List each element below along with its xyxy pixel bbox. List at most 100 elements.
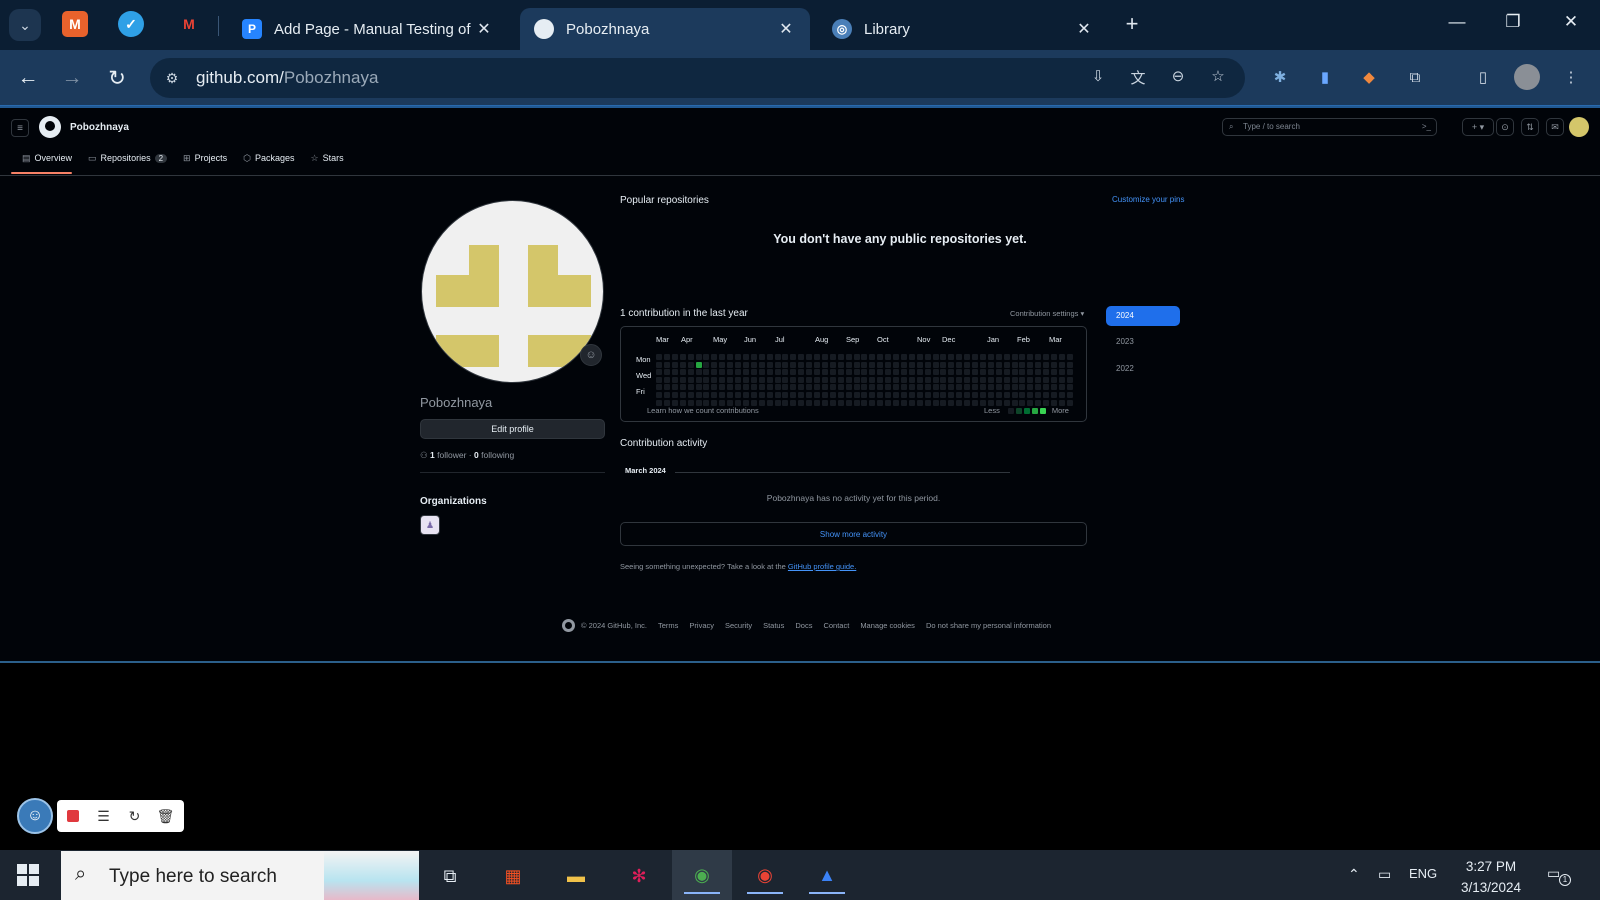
chrome-profile-icon[interactable]: ◉ [747,858,783,894]
contribution-day-cell[interactable] [900,399,907,406]
footer-link-status[interactable]: Status [763,621,784,630]
contribution-day-cell[interactable] [964,369,971,376]
recorder-avatar-icon[interactable]: ☺ [17,798,53,834]
contribution-day-cell[interactable] [679,399,686,406]
year-button-2023[interactable]: 2023 [1106,332,1180,352]
contribution-day-cell[interactable] [695,392,702,398]
contribution-day-cell[interactable] [979,399,986,406]
contribution-day-cell[interactable] [853,354,860,360]
contribution-day-cell[interactable] [1043,399,1050,406]
contribution-day-cell[interactable] [845,392,852,398]
contribution-day-cell[interactable] [703,369,710,376]
contribution-day-cell[interactable] [750,369,757,376]
contribution-day-cell[interactable] [948,361,955,368]
inbox-icon[interactable]: ✉ [1546,118,1564,136]
contribution-day-cell[interactable] [1003,354,1010,360]
contribution-day-cell[interactable] [924,392,931,398]
contribution-day-cell[interactable] [964,354,971,360]
contribution-day-cell[interactable] [1011,376,1018,383]
contribution-day-cell[interactable] [837,384,844,391]
contribution-day-cell[interactable] [877,399,884,406]
contribution-day-cell[interactable] [814,399,820,406]
contribution-day-cell[interactable] [1027,392,1034,398]
contribution-day-cell[interactable] [908,384,915,391]
contribution-day-cell[interactable] [735,384,741,391]
contribution-day-cell[interactable] [782,399,789,406]
contribution-day-cell[interactable] [766,369,773,376]
contribution-day-cell[interactable] [956,384,963,391]
contribution-day-cell[interactable] [948,384,955,391]
contribution-day-cell[interactable] [774,376,781,383]
contribution-day-cell[interactable] [940,376,947,383]
tab-repositories[interactable]: ▭ Repositories 2 [82,148,173,168]
contribution-day-cell[interactable] [711,384,718,391]
contribution-day-cell[interactable] [679,354,686,360]
contribution-day-cell[interactable] [774,384,781,391]
contribution-day-cell[interactable] [687,354,694,360]
contribution-day-cell[interactable] [972,376,978,383]
contribution-day-cell[interactable] [900,384,907,391]
contribution-day-cell[interactable] [932,369,939,376]
contribution-day-cell[interactable] [806,384,813,391]
contribution-day-cell[interactable] [766,384,773,391]
contribution-day-cell[interactable] [845,384,852,391]
more-menu-icon[interactable]: ⋮ [1558,64,1584,90]
contribution-day-cell[interactable] [782,384,789,391]
contribution-day-cell[interactable] [916,361,923,368]
contribution-day-cell[interactable] [1058,392,1065,398]
contribution-day-cell[interactable] [1027,361,1034,368]
contribution-day-cell[interactable] [656,399,662,406]
contribution-day-cell[interactable] [979,384,986,391]
contribution-day-cell[interactable] [893,384,899,391]
contribution-day-cell[interactable] [719,399,726,406]
contribution-day-cell[interactable] [877,369,884,376]
contribution-day-cell[interactable] [1035,399,1042,406]
learn-contributions-link[interactable]: Learn how we count contributions [647,406,759,415]
contribution-day-cell[interactable] [1027,384,1034,391]
contribution-day-cell[interactable] [932,376,939,383]
contribution-day-cell[interactable] [995,392,1002,398]
contribution-day-cell[interactable] [893,369,899,376]
contribution-day-cell[interactable] [940,361,947,368]
contribution-day-cell[interactable] [758,392,765,398]
footer-link-cookies[interactable]: Manage cookies [860,621,915,630]
contribution-day-cell[interactable] [972,384,978,391]
contribution-day-cell[interactable] [900,376,907,383]
show-more-activity-button[interactable]: Show more activity [620,522,1087,546]
contribution-day-cell[interactable] [1011,361,1018,368]
contribution-day-cell[interactable] [782,369,789,376]
contribution-day-cell[interactable] [750,376,757,383]
site-info-icon[interactable]: ⚙ [162,68,182,88]
contribution-day-cell[interactable] [703,392,710,398]
contribution-day-cell[interactable] [671,384,678,391]
contribution-day-cell[interactable] [679,376,686,383]
contribution-day-cell[interactable] [948,399,955,406]
contribution-day-cell[interactable] [861,369,868,376]
contribution-day-cell[interactable] [814,384,820,391]
taskbar-search-box[interactable]: ⌕ Type here to search [61,851,419,900]
contribution-day-cell[interactable] [829,354,836,360]
command-palette-icon[interactable]: >_ [1422,122,1431,131]
contribution-day-cell[interactable] [1011,392,1018,398]
profile-guide-link[interactable]: GitHub profile guide. [788,562,856,571]
contribution-day-cell[interactable] [671,376,678,383]
windows-start-icon[interactable] [17,864,39,886]
contribution-day-cell[interactable] [798,369,805,376]
contribution-day-cell[interactable] [790,399,797,406]
chevron-up-icon[interactable]: ⌃ [1348,866,1360,883]
contribution-day-cell[interactable] [656,361,662,368]
contribution-day-cell[interactable] [1027,399,1034,406]
contribution-day-cell[interactable] [727,354,734,360]
meet-now-icon[interactable]: ▭ [1378,866,1391,883]
app-triangle-icon[interactable]: ▲ [809,858,845,894]
recorder-menu-icon[interactable]: ☰ [88,800,119,832]
contribution-day-cell[interactable] [663,369,670,376]
contribution-day-cell[interactable] [798,384,805,391]
contribution-day-cell[interactable] [806,392,813,398]
contribution-day-cell[interactable] [814,354,820,360]
contribution-day-cell[interactable] [1066,392,1073,398]
contribution-day-cell[interactable] [656,354,662,360]
contribution-day-cell[interactable] [940,384,947,391]
contribution-day-cell[interactable] [750,399,757,406]
contribution-day-cell[interactable] [861,376,868,383]
